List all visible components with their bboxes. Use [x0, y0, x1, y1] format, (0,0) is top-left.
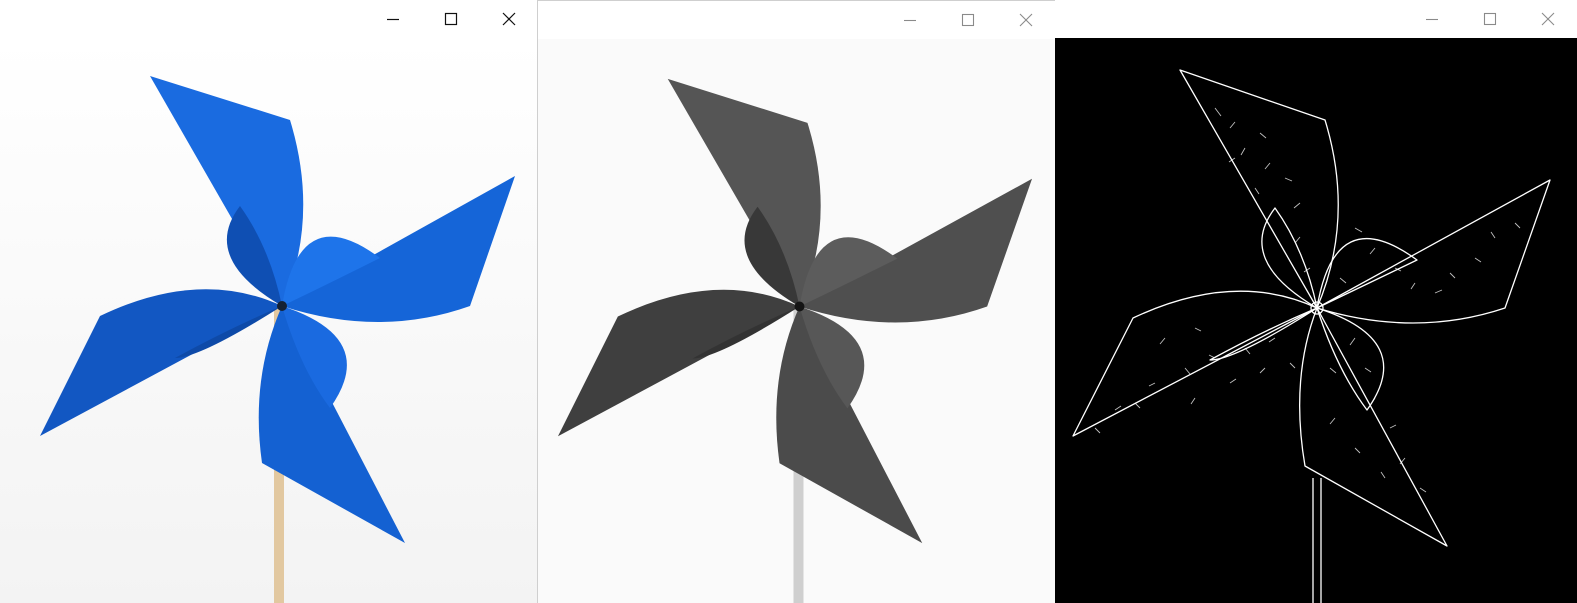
minimize-button[interactable] — [881, 1, 939, 39]
image-canvas — [538, 39, 1055, 603]
maximize-button[interactable] — [422, 0, 480, 38]
title-bar[interactable] — [0, 0, 538, 38]
maximize-button[interactable] — [939, 1, 997, 39]
pinwheel-grayscale-image — [538, 39, 1055, 603]
title-bar[interactable] — [538, 1, 1055, 39]
maximize-button[interactable] — [1461, 0, 1519, 38]
close-icon — [1541, 12, 1555, 26]
window-controls — [364, 0, 538, 38]
edges-image-window[interactable] — [1055, 0, 1577, 603]
image-canvas — [1055, 38, 1577, 603]
original-image-window[interactable] — [0, 0, 538, 603]
close-button[interactable] — [1519, 0, 1577, 38]
pinwheel-edges-image — [1055, 38, 1577, 603]
close-icon — [502, 12, 516, 26]
window-controls — [1403, 0, 1577, 38]
window-controls — [881, 1, 1055, 39]
close-button[interactable] — [480, 0, 538, 38]
title-bar[interactable] — [1055, 0, 1577, 38]
minimize-icon — [1426, 18, 1438, 21]
maximize-icon — [1483, 12, 1497, 26]
minimize-button[interactable] — [364, 0, 422, 38]
grayscale-image-window[interactable] — [537, 0, 1055, 603]
image-canvas — [0, 38, 538, 603]
minimize-icon — [387, 18, 399, 21]
minimize-button[interactable] — [1403, 0, 1461, 38]
close-button[interactable] — [997, 1, 1055, 39]
pinwheel-color-image — [0, 38, 538, 603]
minimize-icon — [904, 19, 916, 22]
maximize-icon — [961, 13, 975, 27]
close-icon — [1019, 13, 1033, 27]
maximize-icon — [444, 12, 458, 26]
